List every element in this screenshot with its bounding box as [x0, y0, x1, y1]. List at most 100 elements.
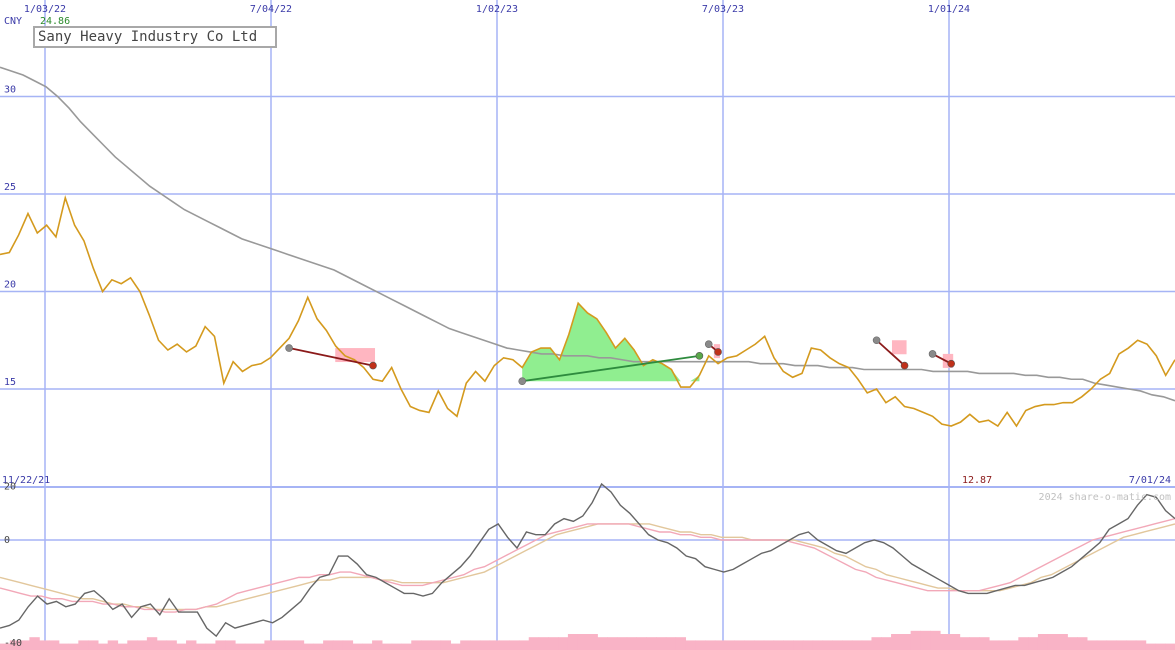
volume-bar [1096, 640, 1108, 650]
volume-bar [891, 634, 902, 650]
volume-bar [871, 637, 882, 650]
volume-bar [665, 637, 677, 650]
stock-chart: 15 20 25 30 1/03/22 7/04/22 1/02/23 7/03/23 1/01… [0, 0, 1175, 650]
copyright-label: 2024 share-o-matic.com [1039, 492, 1171, 503]
volume-bar [616, 637, 628, 650]
volume-bar [597, 637, 608, 650]
volume-bar [1106, 640, 1117, 650]
volume-bar [489, 640, 500, 650]
volume-bar [1165, 643, 1175, 650]
volume-bar [998, 640, 1010, 650]
volume-bar [793, 640, 804, 650]
y-tick-label: 15 [4, 377, 16, 388]
volume-bar [401, 643, 412, 650]
volume-bar [773, 640, 784, 650]
volume-bar [352, 643, 363, 650]
volume-bar [156, 640, 168, 650]
volume-bar [127, 640, 138, 650]
volume-bar [626, 637, 638, 650]
volume-bar [509, 640, 520, 650]
volume-bar [822, 640, 833, 650]
volume-bar [48, 640, 60, 650]
signal-line-pink [0, 517, 1175, 613]
volume-bar [695, 640, 706, 650]
volume-bar [58, 643, 70, 650]
volume-bar [381, 643, 393, 650]
volume-bar [783, 640, 794, 650]
trend-lines [285, 336, 955, 386]
volume-bar [362, 643, 373, 650]
volume-bar [264, 640, 275, 650]
volume-bar [1077, 637, 1088, 650]
volume-bar [548, 637, 559, 650]
volume-bar [176, 643, 187, 650]
volume-bar [107, 640, 119, 650]
volume-bar [1116, 640, 1127, 650]
volume-bar [646, 637, 657, 650]
volume-bar [753, 640, 765, 650]
volume-bar [78, 640, 89, 650]
volume-bar [440, 640, 452, 650]
volume-bar [861, 640, 873, 650]
volume-bar [244, 643, 256, 650]
volume-bar [1145, 643, 1157, 650]
range-end-label: 7/01/24 [1129, 475, 1171, 486]
volume-bar [567, 634, 579, 650]
volume-bar [949, 634, 961, 650]
trend-end-marker [947, 359, 955, 368]
trend-start-marker [704, 340, 713, 348]
lower-y-tick-label: 0 [4, 535, 10, 546]
volume-bar [675, 637, 687, 650]
volume-bar [1057, 634, 1068, 650]
volume-bar [293, 640, 305, 650]
volume-bar [430, 640, 442, 650]
volume-bar [577, 634, 589, 650]
volume-bar [900, 634, 912, 650]
y-tick-label: 25 [4, 182, 16, 193]
volume-bar [117, 643, 128, 650]
volume-bar [1028, 637, 1039, 650]
currency-label: CNY [4, 16, 22, 27]
volume-bar [39, 640, 50, 650]
volume-bar [558, 637, 569, 650]
x-tick-label: 1/01/24 [928, 4, 970, 15]
volume-bar [205, 643, 217, 650]
volume-bar [988, 640, 1000, 650]
y-tick-label: 20 [4, 280, 16, 291]
lower-y-tick-label: -40 [4, 638, 22, 649]
trend-start-marker [285, 344, 293, 352]
y-tick-label: 30 [4, 85, 16, 96]
chart-title: Sany Heavy Industry Co Ltd [33, 26, 277, 48]
x-tick-label: 1/02/23 [476, 4, 518, 15]
volume-bar [372, 640, 383, 650]
volume-bar [812, 640, 824, 650]
x-tick-label: 7/03/23 [702, 4, 744, 15]
volume-bar [851, 640, 863, 650]
trend-end-marker [695, 352, 704, 360]
volume-bar [97, 643, 109, 650]
volume-bar [313, 643, 324, 650]
volume-bar [979, 637, 990, 650]
volume-bar [166, 640, 177, 650]
trend-end-marker [714, 348, 722, 356]
volume-bar [1018, 637, 1029, 650]
volume-bar [391, 643, 403, 650]
volume-bar [832, 640, 843, 650]
volume-bar [1047, 634, 1059, 650]
volume-bar [460, 640, 471, 650]
down-fill [891, 340, 907, 355]
trend-end-marker [369, 361, 377, 370]
volume-bar [68, 643, 79, 650]
volume-bar [734, 640, 745, 650]
volume-bar [137, 640, 148, 650]
volume-bar [802, 640, 814, 650]
trend-start-marker [518, 377, 527, 386]
volume-bar [1037, 634, 1049, 650]
volume-bar [450, 643, 461, 650]
volume-bar [744, 640, 755, 650]
volume-bar [714, 640, 726, 650]
volume-bar [705, 640, 716, 650]
volume-bar [499, 640, 510, 650]
volume-bar [1126, 640, 1137, 650]
volume-bar [303, 643, 314, 650]
